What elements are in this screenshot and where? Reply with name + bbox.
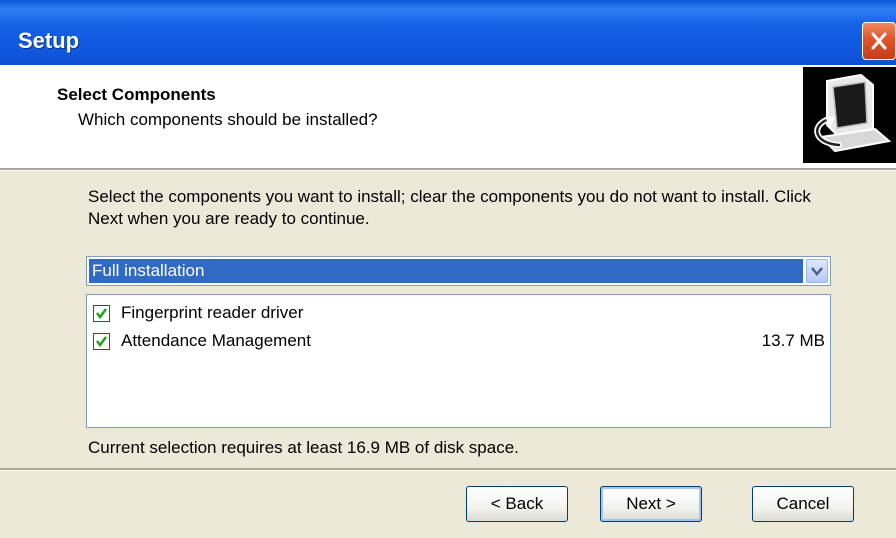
close-icon bbox=[871, 32, 887, 50]
chevron-down-icon bbox=[811, 267, 823, 276]
page-title: Select Components bbox=[57, 85, 216, 104]
dropdown-button[interactable] bbox=[806, 259, 828, 283]
component-size: 13.7 MB bbox=[761, 331, 825, 350]
back-button[interactable]: < Back bbox=[466, 486, 568, 522]
list-item[interactable]: Attendance Management 13.7 MB bbox=[93, 331, 825, 355]
list-item[interactable]: Fingerprint reader driver bbox=[93, 303, 825, 327]
components-list[interactable]: Fingerprint reader driver Attendance Man… bbox=[86, 294, 831, 428]
component-checkbox[interactable] bbox=[93, 333, 110, 350]
install-type-select[interactable]: Full installation bbox=[86, 256, 831, 286]
component-label: Attendance Management bbox=[121, 331, 311, 350]
page-subtitle: Which components should be installed? bbox=[78, 110, 378, 129]
check-icon bbox=[96, 336, 107, 348]
instructions-text: Select the components you want to instal… bbox=[88, 187, 811, 228]
footer-divider bbox=[0, 468, 896, 471]
install-type-value: Full installation bbox=[89, 259, 803, 283]
header-divider bbox=[0, 168, 896, 171]
next-button[interactable]: Next > bbox=[600, 486, 702, 522]
computer-install-icon bbox=[803, 67, 896, 163]
component-checkbox[interactable] bbox=[93, 305, 110, 322]
setup-window: Setup Select Components Which components… bbox=[0, 0, 896, 538]
disk-space-text: Current selection requires at least 16.9… bbox=[88, 438, 519, 457]
cancel-button[interactable]: Cancel bbox=[752, 486, 854, 522]
window-title: Setup bbox=[18, 28, 80, 53]
close-button[interactable] bbox=[862, 22, 896, 60]
component-label: Fingerprint reader driver bbox=[121, 303, 304, 322]
check-icon bbox=[96, 308, 107, 320]
